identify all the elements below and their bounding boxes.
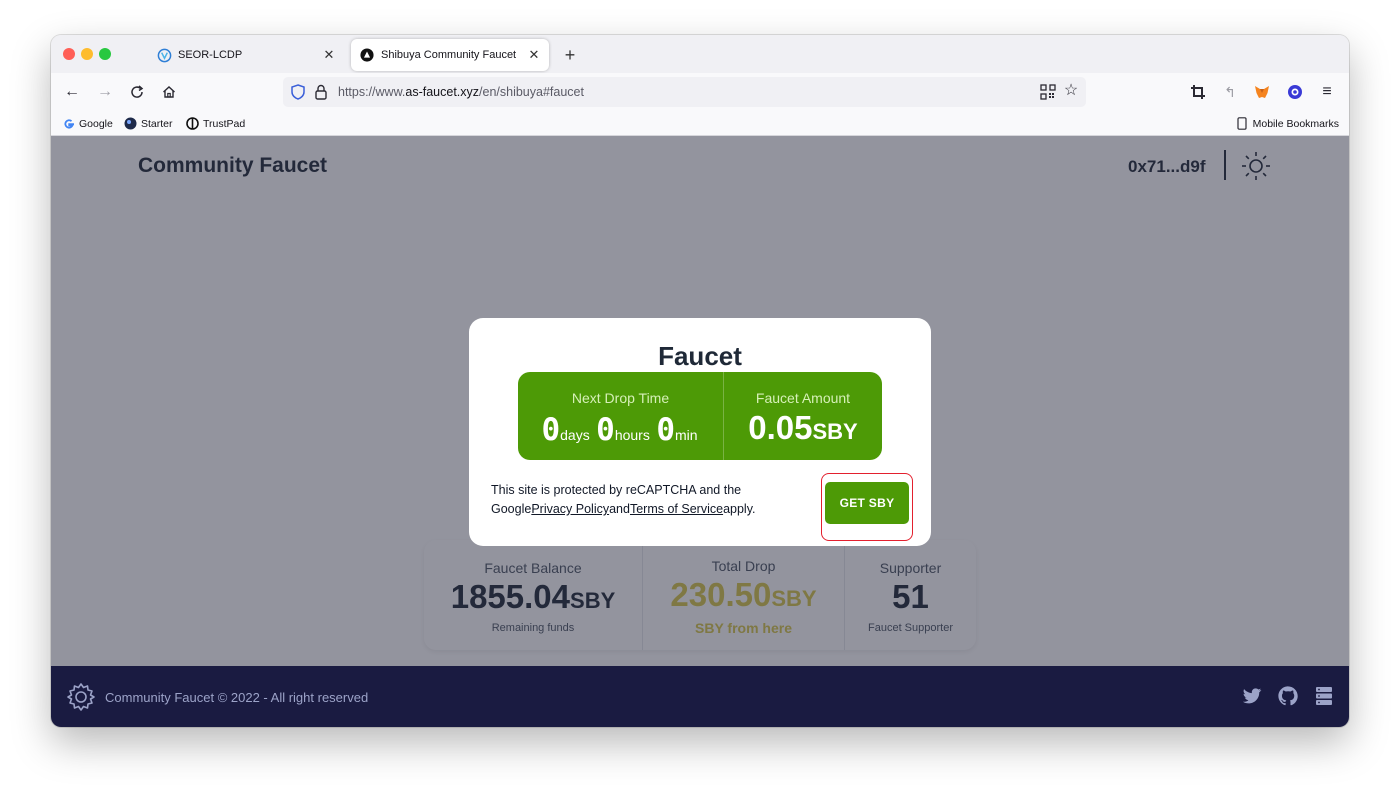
navigation-bar: ← → https://www.as-faucet.xyz/en/shibuya… (51, 73, 1349, 111)
starter-icon (124, 117, 137, 130)
crop-screenshot-icon[interactable] (1188, 82, 1208, 102)
url-text: https://www.as-faucet.xyz/en/shibuya#fau… (338, 85, 584, 99)
seor-logo-icon (156, 47, 172, 63)
recaptcha-notice: This site is protected by reCAPTCHA and … (491, 483, 756, 516)
close-tab-icon[interactable]: ✕ (320, 46, 338, 64)
close-tab-icon[interactable]: ✕ (525, 46, 543, 64)
qr-code-icon[interactable] (1040, 84, 1056, 100)
mobile-bookmarks[interactable]: Mobile Bookmarks (1236, 116, 1339, 131)
browser-window: SEOR-LCDP ✕ Shibuya Community Faucet ✕ +… (51, 35, 1349, 727)
new-tab-button[interactable]: + (559, 44, 581, 66)
get-sby-button[interactable]: GET SBY (825, 482, 909, 524)
terms-of-service-link[interactable]: Terms of Service (630, 502, 723, 516)
tab-seor-lcdp[interactable]: SEOR-LCDP ✕ (148, 39, 344, 71)
tab-strip: SEOR-LCDP ✕ Shibuya Community Faucet ✕ + (51, 35, 1349, 73)
forward-arrow-icon[interactable]: → (93, 81, 117, 103)
faucet-modal: Faucet Next Drop Time 0days 0hours 0min … (469, 318, 931, 546)
bookmark-star-icon[interactable]: ☆ (1062, 82, 1080, 100)
shibuya-logo-icon (359, 47, 375, 63)
mobile-device-icon (1236, 117, 1249, 130)
bookmarks-bar: Google Starter TrustPad Mobile Bookmarks (51, 111, 1349, 136)
menu-hamburger-icon[interactable]: ≡ (1317, 82, 1337, 102)
server-stack-icon[interactable] (1313, 685, 1335, 707)
maximize-window-button[interactable] (99, 48, 111, 60)
footer-copyright: Community Faucet © 2022 - All right rese… (105, 690, 369, 705)
faucet-amount-label: Faucet Amount (755, 390, 851, 406)
close-window-button[interactable] (63, 48, 75, 60)
page-content: Community Faucet 0x71...d9f Faucet Balan… (51, 136, 1349, 666)
gear-logo-icon (65, 681, 97, 713)
minimize-window-button[interactable] (81, 48, 93, 60)
privacy-policy-link[interactable]: Privacy Policy (531, 502, 609, 516)
site-footer: Community Faucet © 2022 - All right rese… (51, 666, 1349, 727)
bookmark-label: Starter (141, 117, 173, 130)
tab-shibuya-faucet[interactable]: Shibuya Community Faucet ✕ (351, 39, 549, 71)
extension-circle-icon[interactable] (1285, 82, 1305, 102)
lock-icon[interactable] (313, 83, 329, 101)
twitter-icon[interactable] (1241, 685, 1263, 707)
home-icon[interactable] (157, 81, 181, 103)
countdown: 0days 0hours 0min (541, 412, 698, 448)
reload-icon[interactable] (125, 81, 149, 103)
bookmark-starter[interactable]: Starter (124, 116, 173, 131)
next-drop-time: Next Drop Time 0days 0hours 0min (518, 372, 723, 460)
undo-arrow-icon[interactable]: ↰ (1220, 82, 1240, 102)
modal-title: Faucet (658, 341, 742, 371)
back-arrow-icon[interactable]: ← (60, 81, 84, 103)
faucet-amount: Faucet Amount 0.05SBY (723, 372, 882, 460)
bookmark-label: Google (79, 117, 113, 130)
trustpad-icon (186, 117, 199, 130)
tab-title: SEOR-LCDP (178, 49, 243, 61)
next-drop-label: Next Drop Time (571, 390, 670, 406)
bookmark-label: TrustPad (203, 117, 246, 130)
mobile-bookmarks-label: Mobile Bookmarks (1252, 117, 1339, 130)
address-bar[interactable]: https://www.as-faucet.xyz/en/shibuya#fau… (283, 77, 1086, 107)
faucet-amount-value: 0.05SBY (748, 409, 858, 446)
tracking-shield-icon[interactable] (289, 83, 307, 101)
github-icon[interactable] (1277, 685, 1299, 707)
tab-title: Shibuya Community Faucet (381, 49, 517, 61)
drop-info-panel: Next Drop Time 0days 0hours 0min Faucet … (518, 372, 882, 460)
metamask-fox-icon[interactable] (1252, 82, 1272, 102)
bookmark-trustpad[interactable]: TrustPad (186, 116, 245, 131)
bookmark-google[interactable]: Google (62, 116, 113, 131)
google-icon (62, 117, 75, 130)
